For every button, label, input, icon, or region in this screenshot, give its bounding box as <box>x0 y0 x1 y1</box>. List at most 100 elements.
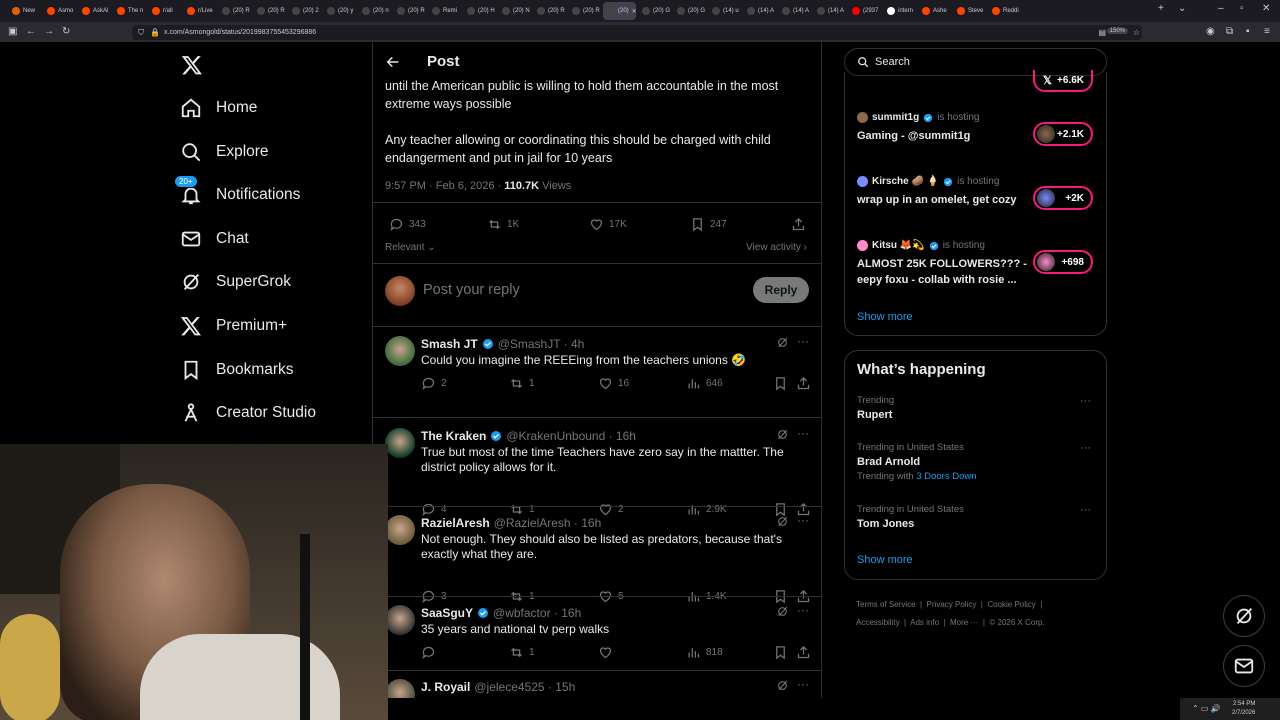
reply-item[interactable]: The Kraken @KrakenUnbound · 16h ··· True… <box>373 418 821 517</box>
browser-tab[interactable]: (14) A <box>778 2 811 20</box>
clock[interactable]: 2:54 PM 2/7/2026 <box>1232 700 1255 718</box>
views-button[interactable]: 818 <box>686 645 723 660</box>
show-more-link[interactable]: Show more <box>857 311 913 323</box>
browser-tab[interactable]: (2937 <box>848 2 881 20</box>
browser-tab[interactable]: (20) n <box>358 2 391 20</box>
browser-tab[interactable]: (20) y <box>323 2 356 20</box>
window-minimize-button[interactable]: – <box>1218 3 1224 14</box>
show-more-link[interactable]: Show more <box>857 554 913 566</box>
browser-tab[interactable]: Remi <box>428 2 461 20</box>
more-options-icon[interactable]: ··· <box>797 677 809 691</box>
browser-tab[interactable]: (20) R <box>253 2 286 20</box>
reply-button[interactable] <box>421 645 441 660</box>
share-button[interactable] <box>796 645 811 660</box>
more-options-icon[interactable]: ··· <box>1080 504 1091 516</box>
browser-tab[interactable]: (14) A <box>743 2 776 20</box>
trend-with-link[interactable]: 3 Doors Down <box>916 471 976 482</box>
listener-pill[interactable]: +2K <box>1033 186 1093 210</box>
bookmark-star-icon[interactable]: ☆ <box>1133 28 1140 37</box>
avatar[interactable] <box>385 515 415 545</box>
live-space-item[interactable]: summit1g is hosting Gaming - @summit1g +… <box>845 108 1108 168</box>
bookmark-count-button[interactable]: 247 <box>690 217 727 232</box>
browser-tab[interactable]: (14) u <box>708 2 741 20</box>
browser-tab[interactable]: Asmo <box>43 2 76 20</box>
reply-count-button[interactable]: 343 <box>389 217 426 232</box>
browser-tab[interactable]: (20) 2 <box>288 2 321 20</box>
browser-tab[interactable]: intern <box>883 2 916 20</box>
reply-button[interactable]: Reply <box>753 277 809 303</box>
avatar[interactable] <box>385 336 415 366</box>
footer-terms[interactable]: Terms of Service <box>856 600 916 609</box>
browser-tab[interactable]: (20) N <box>498 2 531 20</box>
avatar[interactable] <box>385 276 415 306</box>
more-options-icon[interactable]: ··· <box>797 603 809 617</box>
avatar[interactable] <box>385 605 415 635</box>
display-name[interactable]: RazielAresh <box>421 516 490 530</box>
display-name[interactable]: Smash JT <box>421 337 478 351</box>
messages-floating-button[interactable] <box>1223 645 1265 687</box>
footer-privacy[interactable]: Privacy Policy <box>927 600 977 609</box>
share-button[interactable] <box>791 217 806 232</box>
footer-cookie[interactable]: Cookie Policy <box>987 600 1035 609</box>
footer-more[interactable]: More ··· <box>950 618 978 627</box>
trend-item[interactable]: Trending in United States Brad Arnold Tr… <box>857 442 1097 482</box>
repost-count-button[interactable]: 1K <box>487 217 519 232</box>
sort-dropdown[interactable]: Relevant ⌄ <box>385 242 436 253</box>
nav-chat[interactable]: Chat <box>180 224 249 254</box>
tab-list-chevron-icon[interactable]: ⌄ <box>1178 3 1186 14</box>
nav-explore[interactable]: Explore <box>180 137 269 167</box>
avatar[interactable] <box>385 428 415 458</box>
browser-tab[interactable]: r/Live <box>183 2 216 20</box>
view-activity-link[interactable]: View activity › <box>746 242 807 253</box>
browser-tab[interactable]: (20) R <box>393 2 426 20</box>
reply-button[interactable]: 2 <box>421 376 447 391</box>
trend-item[interactable]: Trending in United States Tom Jones ··· <box>857 504 1097 530</box>
bookmark-button[interactable] <box>773 376 788 391</box>
bookmark-button[interactable] <box>773 645 788 660</box>
more-options-icon[interactable]: ··· <box>797 334 809 348</box>
browser-tab[interactable]: (20) G <box>673 2 706 20</box>
repost-button[interactable]: 1 <box>509 376 535 391</box>
browser-tab[interactable]: (14) A <box>813 2 846 20</box>
nav-creator-studio[interactable]: Creator Studio <box>180 398 316 428</box>
back-arrow-icon[interactable]: ← <box>26 26 36 37</box>
browser-tab[interactable]: (20) R <box>568 2 601 20</box>
nav-premium[interactable]: Premium+ <box>180 311 287 341</box>
window-close-button[interactable]: ✕ <box>1262 3 1270 14</box>
x-logo-icon[interactable] <box>181 54 203 76</box>
zoom-level[interactable]: 150% <box>1106 28 1128 34</box>
more-options-icon[interactable]: ··· <box>797 426 809 440</box>
repost-button[interactable]: 1 <box>509 645 535 660</box>
reply-item[interactable]: J. Royail @jelece4525 · 15h ··· Like try… <box>373 671 821 698</box>
live-space-item[interactable]: Kitsu 🦊💫 is hosting ALMOST 25K FOLLOWERS… <box>845 236 1108 296</box>
heart-button[interactable] <box>598 645 618 660</box>
display-name[interactable]: The Kraken <box>421 429 486 443</box>
listener-pill[interactable]: +698 <box>1033 250 1093 274</box>
reply-input[interactable]: Post your reply <box>423 282 520 298</box>
browser-tab[interactable]: (20) ✕ <box>603 2 636 20</box>
menu-icon[interactable]: ≡ <box>1264 26 1270 37</box>
browser-tab[interactable]: New <box>8 2 41 20</box>
views-button[interactable]: 646 <box>686 376 723 391</box>
nav-bookmarks[interactable]: Bookmarks <box>180 355 294 385</box>
more-options-icon[interactable]: ··· <box>1080 442 1091 454</box>
reload-icon[interactable]: ↻ <box>62 26 70 37</box>
account-icon[interactable]: ◉ <box>1206 26 1215 37</box>
url-bar[interactable]: ⛉ 🔒 x.com/Asmongold/status/2019983755453… <box>132 25 1142 40</box>
grok-explain-icon[interactable] <box>776 336 789 349</box>
heart-button[interactable]: 16 <box>598 376 629 391</box>
live-pill[interactable]: 𝕏 +6.6K <box>1033 70 1093 92</box>
share-button[interactable] <box>796 376 811 391</box>
browser-tab[interactable]: The n <box>113 2 146 20</box>
grok-floating-button[interactable] <box>1223 595 1265 637</box>
sidebar-toggle-icon[interactable]: ▣ <box>8 26 17 37</box>
grok-explain-icon[interactable] <box>776 679 789 692</box>
more-options-icon[interactable]: ··· <box>1080 395 1091 407</box>
like-count-button[interactable]: 17K <box>589 217 627 232</box>
browser-tab[interactable]: AskAl <box>78 2 111 20</box>
browser-tab[interactable]: (20) H <box>463 2 496 20</box>
new-tab-button[interactable]: + <box>1158 3 1164 14</box>
avatar[interactable] <box>385 679 415 698</box>
footer-accessibility[interactable]: Accessibility <box>856 618 900 627</box>
display-name[interactable]: J. Royail <box>421 680 470 694</box>
